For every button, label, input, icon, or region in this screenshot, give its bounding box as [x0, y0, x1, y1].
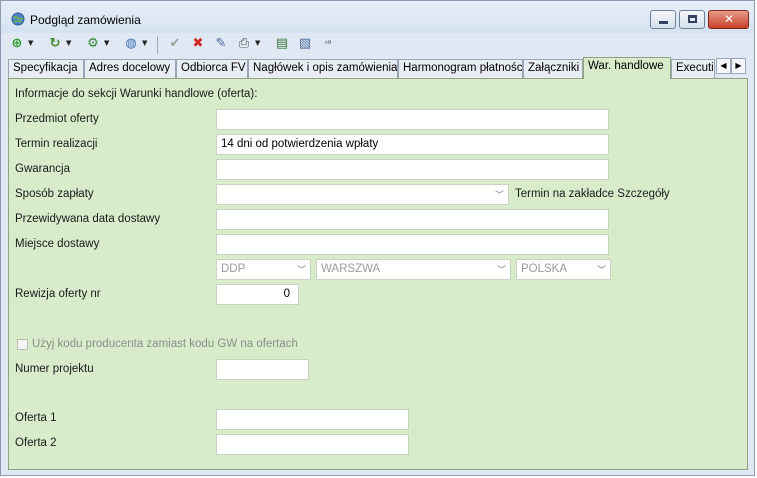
city-select[interactable]: WARSZWA ﹀ [316, 259, 511, 280]
edit-icon[interactable]: ✎ [213, 36, 229, 52]
title-bar[interactable]: Podgląd zamówienia ✕ [1, 1, 754, 33]
minimize-icon [659, 21, 668, 24]
chevron-down-icon: ﹀ [496, 265, 506, 275]
use-producer-code-label: Użyj kodu producenta zamiast kodu GW na … [32, 338, 298, 350]
tab-scroll-right-button[interactable]: ▶ [731, 58, 746, 74]
tab-panel-war-handlowe: Informacje do sekcji Warunki handlowe (o… [8, 78, 748, 470]
chevron-down-icon[interactable]: ▼ [142, 39, 149, 47]
incoterm-select[interactable]: DDP ﹀ [216, 259, 311, 280]
offer2-label: Oferta 2 [15, 437, 57, 449]
maximize-button[interactable] [679, 10, 705, 29]
offer1-label: Oferta 1 [15, 412, 57, 424]
tab-zalaczniki[interactable]: Załączniki [523, 59, 583, 78]
chevron-down-icon: ﹀ [296, 265, 306, 275]
project-label: Numer projektu [15, 363, 94, 375]
delivery-place-label: Miejsce dostawy [15, 238, 100, 250]
chevron-down-icon[interactable]: ▼ [28, 39, 35, 47]
refresh-icon[interactable]: ↻ [47, 36, 63, 52]
web-icon[interactable]: ◍ [123, 36, 139, 52]
toolbar-separator [157, 36, 158, 54]
tab-label: Załączniki [528, 62, 580, 74]
lead-time-label: Termin realizacji [15, 138, 98, 150]
delete-icon[interactable]: ✖ [190, 36, 206, 52]
delivery-place-field[interactable] [216, 234, 609, 255]
revision-field[interactable]: 0 [216, 284, 299, 305]
tab-label: Harmonogram płatności [403, 62, 523, 74]
tab-label: Specyfikacja [13, 62, 78, 74]
tab-harmonogram[interactable]: Harmonogram płatności [398, 59, 523, 78]
print-icon[interactable]: ⎙ [236, 36, 252, 52]
add-icon[interactable]: ⊕ [9, 36, 25, 52]
close-button[interactable]: ✕ [708, 10, 749, 29]
country-select[interactable]: POLSKA ﹀ [516, 259, 611, 280]
revision-label: Rewizja oferty nr [15, 288, 101, 300]
tab-strip: Specyfikacja Adres docelowy Odbiorca FV … [8, 57, 748, 79]
tab-label: Odbiorca FV [181, 62, 246, 74]
chevron-left-icon: ◀ [720, 61, 727, 70]
text-case-icon[interactable]: ᴬᴮ [320, 36, 336, 52]
export-icon[interactable]: ▤ [274, 36, 290, 52]
use-producer-code-checkbox[interactable] [17, 339, 28, 350]
payment-note: Termin na zakładce Szczegóły [515, 188, 670, 200]
toolbar: ⊕ ▼ ↻ ▼ ⚙ ▼ ◍ ▼ ✔ ✖ ✎ ⎙ ▼ ▤ ▧ ᴬᴮ [7, 34, 747, 56]
tab-scroll-left-button[interactable]: ◀ [716, 58, 731, 74]
tab-label: Nagłówek i opis zamówienia [253, 62, 398, 74]
tab-label: War. handlowe [588, 60, 664, 72]
tab-war-handlowe[interactable]: War. handlowe [583, 57, 671, 79]
chevron-down-icon: ﹀ [494, 190, 504, 200]
close-icon: ✕ [724, 12, 735, 26]
tab-adres-docelowy[interactable]: Adres docelowy [84, 59, 176, 78]
chevron-down-icon: ﹀ [596, 265, 606, 275]
tab-naglowek[interactable]: Nagłówek i opis zamówienia [248, 59, 398, 78]
maximize-icon [688, 15, 697, 23]
offer1-field[interactable] [216, 409, 409, 430]
subject-field[interactable] [216, 109, 609, 130]
payment-label: Sposób zapłaty [15, 188, 94, 200]
settings-icon[interactable]: ⚙ [85, 36, 101, 52]
minimize-button[interactable] [650, 10, 676, 29]
chevron-down-icon[interactable]: ▼ [104, 39, 111, 47]
tab-specyfikacja[interactable]: Specyfikacja [8, 59, 84, 78]
tab-executi[interactable]: Executi [671, 59, 715, 78]
section-title: Informacje do sekcji Warunki handlowe (o… [15, 88, 258, 100]
chevron-down-icon[interactable]: ▼ [66, 39, 73, 47]
order-preview-window: Podgląd zamówienia ✕ ⊕ ▼ ↻ ▼ ⚙ ▼ ◍ ▼ ✔ ✖… [0, 0, 755, 476]
lead-time-field[interactable]: 14 dni od potwierdzenia wpłaty [216, 134, 609, 155]
incoterm-select-value: DDP [221, 263, 246, 275]
payment-select[interactable]: ﹀ [216, 184, 509, 205]
window-title: Podgląd zamówienia [30, 13, 141, 27]
warranty-label: Gwarancja [15, 163, 70, 175]
delivery-date-label: Przewidywana data dostawy [15, 213, 161, 225]
approve-icon[interactable]: ✔ [167, 36, 183, 52]
delivery-date-field[interactable] [216, 209, 609, 230]
chevron-right-icon: ▶ [735, 61, 742, 70]
warranty-field[interactable] [216, 159, 609, 180]
chevron-down-icon[interactable]: ▼ [255, 39, 262, 47]
globe-icon [11, 12, 25, 26]
tab-odbiorca-fv[interactable]: Odbiorca FV [176, 59, 248, 78]
subject-label: Przedmiot oferty [15, 113, 99, 125]
country-select-value: POLSKA [521, 263, 568, 275]
tab-label: Adres docelowy [89, 62, 171, 74]
project-field[interactable] [216, 359, 309, 380]
image-icon[interactable]: ▧ [297, 36, 313, 52]
tab-label: Executi [676, 62, 714, 74]
city-select-value: WARSZWA [321, 263, 381, 275]
offer2-field[interactable] [216, 434, 409, 455]
